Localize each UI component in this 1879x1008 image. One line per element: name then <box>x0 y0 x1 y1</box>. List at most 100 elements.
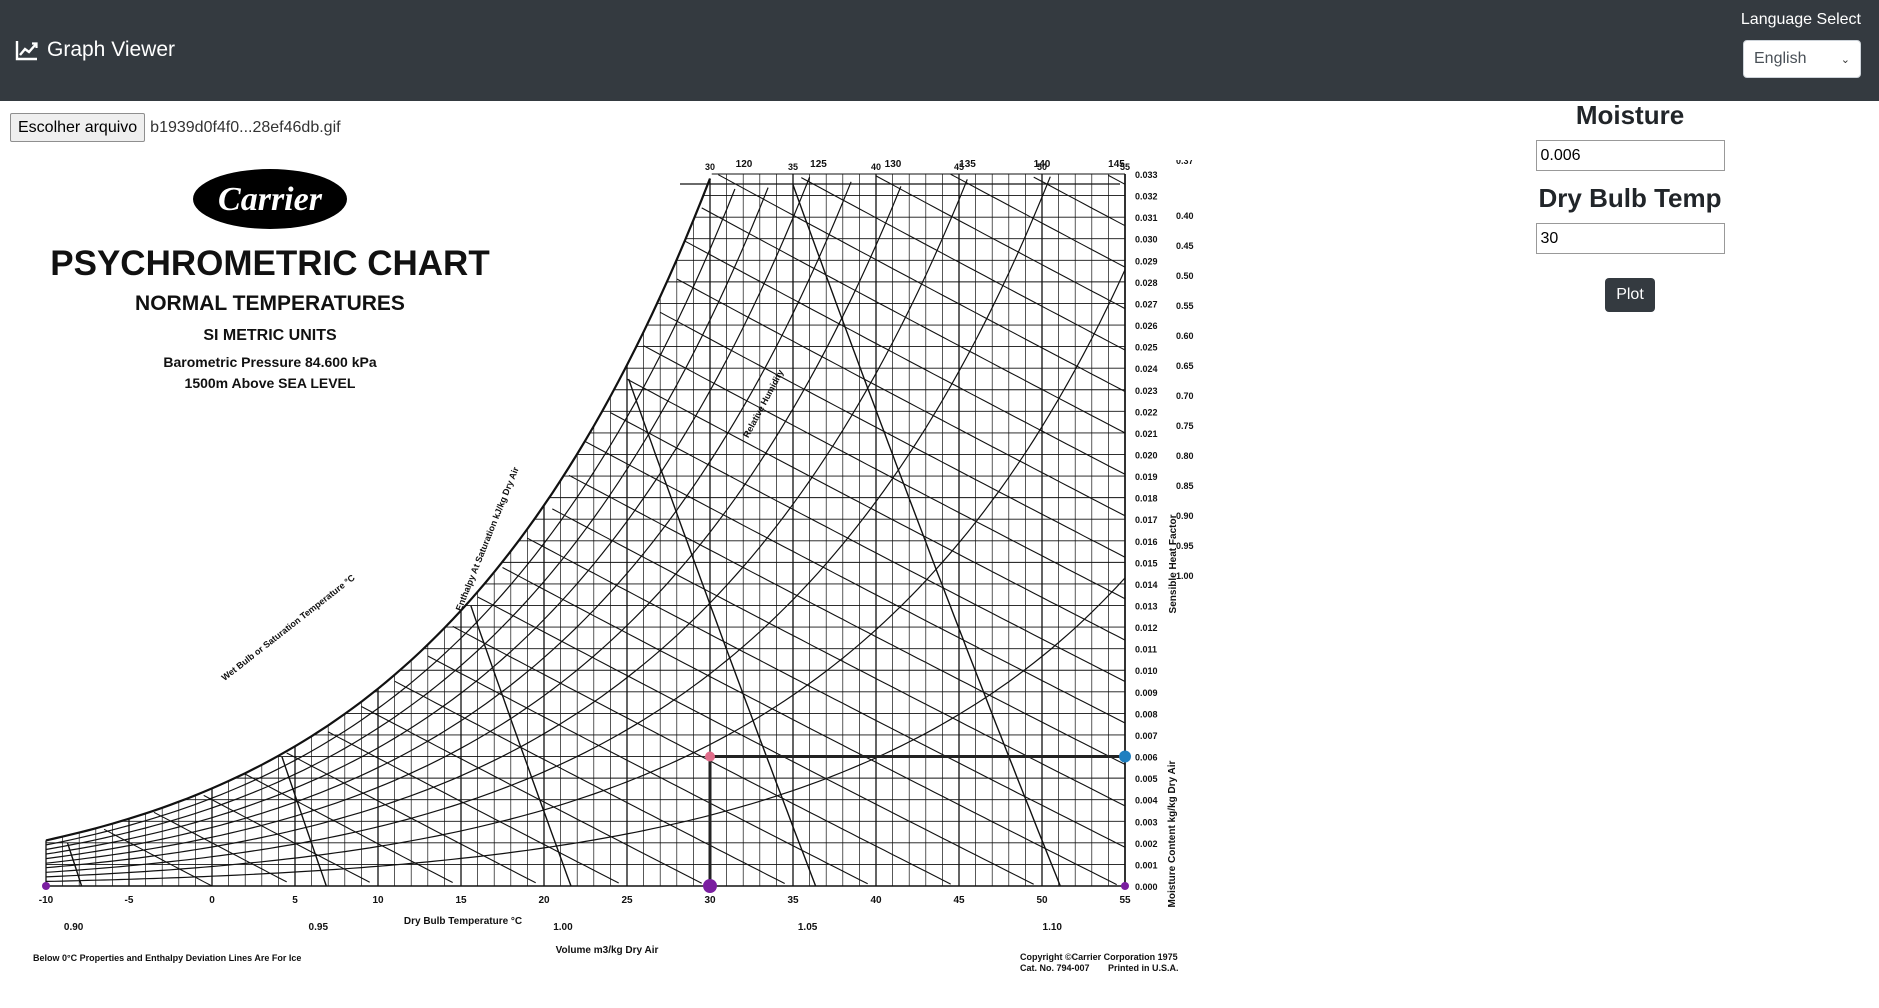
moisture-tick-label: 0.024 <box>1135 364 1158 374</box>
volume-tick-label: 1.10 <box>1043 922 1063 933</box>
plot-button[interactable]: Plot <box>1605 278 1655 312</box>
x-tick-label: 50 <box>1036 895 1048 906</box>
state-point-marker <box>705 751 715 762</box>
moisture-tick-label: 0.021 <box>1135 429 1158 439</box>
language-label: Language Select <box>1740 11 1861 28</box>
moisture-tick-label: 0.015 <box>1135 558 1158 568</box>
enthalpy-line <box>950 173 1126 268</box>
top-enthalpy-tick-label: 125 <box>810 160 827 170</box>
moisture-tick-label: 0.000 <box>1135 882 1158 892</box>
dry-bulb-temp-heading: Dry Bulb Temp <box>1538 183 1722 213</box>
moisture-tick-label: 0.016 <box>1135 537 1158 547</box>
moisture-tick-label: 0.019 <box>1135 472 1158 482</box>
shf-tick-label: 0.70 <box>1176 391 1194 401</box>
x-tick-label: 20 <box>538 895 550 906</box>
x-tick-label: 30 <box>704 895 716 906</box>
moisture-tick-label: 0.001 <box>1135 860 1158 870</box>
navbar: Graph Viewer Language Select English ⌄ <box>0 0 1879 101</box>
x-tick-label: 55 <box>1119 895 1131 906</box>
shf-tick-label: 0.85 <box>1176 481 1194 491</box>
catalog-number: Cat. No. 794-007 <box>1020 963 1090 973</box>
chart-altitude: 1500m Above SEA LEVEL <box>185 375 356 391</box>
chevron-down-icon: ⌄ <box>1840 53 1850 66</box>
x-tick-label: 35 <box>787 895 799 906</box>
moisture-tick-label: 0.023 <box>1135 386 1158 396</box>
x-tick-label: 15 <box>455 895 467 906</box>
brand[interactable]: Graph Viewer <box>15 38 175 62</box>
moisture-tick-label: 0.006 <box>1135 753 1158 763</box>
shf-tick-label: 0.55 <box>1176 301 1194 311</box>
x-tick-label: 10 <box>372 895 384 906</box>
volume-tick-label: 0.95 <box>309 922 329 933</box>
plot-markers <box>42 750 1131 893</box>
top-db-tick-label: 40 <box>871 162 881 172</box>
moisture-point-marker <box>1119 750 1131 763</box>
shf-tick-label: 0.60 <box>1176 331 1194 341</box>
shf-tick-label: 0.50 <box>1176 271 1194 281</box>
moisture-tick-label: 0.027 <box>1135 299 1158 309</box>
top-enthalpy-tick-label: 120 <box>736 160 753 170</box>
volume-line <box>792 184 1061 887</box>
enthalpy-line <box>477 596 1034 885</box>
plot-form: Moisture Dry Bulb Temp Plot <box>1470 100 1790 312</box>
moisture-tick-label: 0.005 <box>1135 774 1158 784</box>
moisture-tick-label: 0.030 <box>1135 235 1158 245</box>
x-tick-label: 0 <box>209 895 215 906</box>
moisture-tick-label: 0.026 <box>1135 321 1158 331</box>
moisture-tick-label: 0.029 <box>1135 256 1158 266</box>
moisture-tick-label: 0.002 <box>1135 839 1158 849</box>
enthalpy-line <box>552 508 1126 807</box>
x-tick-label: 25 <box>621 895 633 906</box>
x-tick-label: 40 <box>870 895 882 906</box>
moisture-tick-label: 0.028 <box>1135 278 1158 288</box>
enthalpy-line <box>801 177 1126 351</box>
printed-label: Printed in U.S.A. <box>1108 963 1179 973</box>
chart-units: SI METRIC UNITS <box>203 327 337 344</box>
moisture-tick-label: 0.013 <box>1135 602 1158 612</box>
file-name: b1939d0f4f0...28ef46db.gif <box>150 118 341 136</box>
top-enthalpy-tick-label: 130 <box>885 160 902 170</box>
enthalpy-line <box>684 240 1126 475</box>
top-enthalpy-tick-label: 140 <box>1034 160 1051 170</box>
enthalpy-line <box>244 773 453 883</box>
x-tick-label: 5 <box>292 895 298 906</box>
volume-tick-label: 1.05 <box>798 922 818 933</box>
moisture-input[interactable] <box>1535 140 1725 171</box>
file-input[interactable]: Escolher arquivo b1939d0f4f0...28ef46db.… <box>10 113 341 142</box>
moisture-tick-label: 0.009 <box>1135 688 1158 698</box>
dry-bulb-temp-input[interactable] <box>1535 223 1725 254</box>
shf-tick-label: 0.65 <box>1176 361 1194 371</box>
enthalpy-line <box>610 412 1126 682</box>
moisture-tick-label: 0.008 <box>1135 709 1158 719</box>
moisture-tick-label: 0.018 <box>1135 494 1158 504</box>
x-axis-label: Dry Bulb Temperature °C <box>404 916 522 927</box>
volume-tick-label: 1.00 <box>553 922 573 933</box>
enthalpy-line <box>327 731 619 884</box>
language-select[interactable]: English ⌄ <box>1743 40 1861 78</box>
enthalpy-line <box>153 811 287 883</box>
axis-min-marker <box>42 882 50 890</box>
moisture-tick-label: 0.003 <box>1135 817 1158 827</box>
moisture-tick-label: 0.022 <box>1135 407 1158 417</box>
enthalpy-line <box>103 828 213 887</box>
wet-bulb-label: Wet Bulb or Saturation Temperature °C <box>220 572 358 683</box>
temp-point-marker <box>703 879 717 893</box>
enthalpy-line <box>394 680 785 884</box>
shf-tick-label: 0.80 <box>1176 451 1194 461</box>
rh-curve <box>45 577 1126 882</box>
rh-curve <box>45 188 736 846</box>
rh-curve <box>45 187 769 851</box>
axis-max-marker <box>1121 882 1129 890</box>
moisture-tick-label: 0.004 <box>1135 796 1158 806</box>
line-chart-icon <box>15 41 38 61</box>
brand-title: Graph Viewer <box>47 38 176 61</box>
footnote-left: Below 0°C Properties and Enthalpy Deviat… <box>33 953 301 963</box>
moisture-heading: Moisture <box>1575 100 1685 130</box>
copyright: Copyright ©Carrier Corporation 1975 <box>1020 952 1178 962</box>
psychrometric-chart: Carrier PSYCHROMETRIC CHART NORMAL TEMPE… <box>33 160 1194 973</box>
chart-subtitle: NORMAL TEMPERATURES <box>135 292 405 315</box>
moisture-tick-label: 0.033 <box>1135 170 1158 180</box>
choose-file-button[interactable]: Escolher arquivo <box>10 113 146 142</box>
moisture-tick-label: 0.014 <box>1135 580 1158 590</box>
chart-pressure: Barometric Pressure 84.600 kPa <box>163 354 376 370</box>
